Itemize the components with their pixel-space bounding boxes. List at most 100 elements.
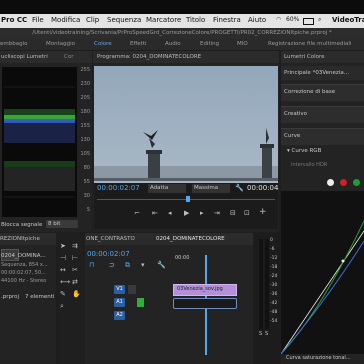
lumetri-clip-name[interactable]: Principale *03Venezia... — [284, 70, 349, 76]
meter-db: -18 — [270, 265, 278, 270]
workspace-registrazione[interactable]: Registrazione file multimediali — [268, 41, 351, 47]
channel-luma-button[interactable] — [327, 179, 334, 186]
meter-solo-button[interactable]: S — [265, 331, 268, 337]
wifi-icon: ◠ — [276, 16, 282, 23]
add-button-icon[interactable]: + — [259, 207, 267, 217]
section-creative[interactable]: Creativo — [281, 106, 364, 123]
section-creative-label[interactable]: Creativo — [284, 111, 307, 117]
timeline-timecode[interactable]: 00:00:02:07 — [87, 250, 130, 258]
scopes-tab-header: ucliscopi Lumetri Cor — [0, 51, 92, 63]
lumetri-clip-selector[interactable]: Principale *03Venezia... — [281, 66, 364, 80]
project-tab[interactable]: REZIONItpiche — [0, 236, 40, 242]
program-title[interactable]: Programma: 0204_DOMINATECOLORE — [97, 54, 201, 60]
timeline-panel: ONE_CONTRASTO 0204_DOMINATECOLORE 00:00:… — [85, 233, 253, 364]
menu-clip[interactable]: Clip — [86, 16, 99, 24]
fit-select[interactable]: Adatta — [148, 184, 186, 193]
rgb-curves-header[interactable]: ▾ Curve RGB — [287, 148, 321, 154]
timeline-settings-icon[interactable]: 🔧 — [157, 261, 166, 269]
rolling-edit-tool-icon[interactable]: ⊢ — [72, 254, 78, 262]
extract-icon[interactable]: ⊡ — [244, 209, 250, 217]
scope-tick: 180 — [80, 109, 90, 115]
program-duration: 00:00:04 — [247, 184, 278, 192]
menu-file[interactable]: File — [32, 16, 44, 24]
mark-in-icon[interactable]: ⌐ — [134, 209, 140, 217]
menu-modifica[interactable]: Modifica — [51, 16, 80, 24]
menu-aiuto[interactable]: Aiuto — [248, 16, 266, 24]
section-basic-label[interactable]: Correzione di base — [284, 89, 335, 95]
project-item-name[interactable]: 0204_DOMINA... — [1, 253, 46, 259]
go-to-in-icon[interactable]: ⇤ — [152, 209, 158, 217]
workspace-mio[interactable]: MIO — [237, 41, 248, 47]
linked-selection-icon[interactable]: ⧉ — [125, 261, 130, 270]
section-curves-label[interactable]: Curve — [284, 133, 300, 139]
timeline-tab-dominante[interactable]: 0204_DOMINATECOLORE — [156, 236, 225, 242]
go-to-out-icon[interactable]: ⇥ — [214, 209, 220, 217]
meter-solo-button[interactable]: S — [259, 331, 262, 337]
step-back-icon[interactable]: ◂ — [168, 209, 172, 217]
quality-select[interactable]: Massima — [192, 184, 230, 193]
play-icon[interactable]: ▶ — [184, 209, 189, 217]
track-a1[interactable]: A1 — [114, 298, 125, 307]
tonal-saturation-label[interactable]: Curva saturazione tonal... — [286, 355, 351, 361]
workspace-colore[interactable]: Colore — [94, 41, 112, 47]
scopes-footer: Blocca segnale 8 bit — [0, 219, 92, 231]
timeline-tab-contrasto[interactable]: ONE_CONTRASTO — [86, 236, 135, 242]
meter-db: -54 — [270, 319, 278, 324]
rgb-curve-graph[interactable] — [280, 191, 364, 355]
menu-finestra[interactable]: Finestra — [213, 16, 241, 24]
video-clip[interactable]: 03Venezia_sov.jpg — [173, 284, 237, 296]
scope-tick: 80 — [83, 165, 90, 171]
track-lock-icon[interactable] — [128, 285, 136, 294]
rate-stretch-tool-icon[interactable]: ↔ — [60, 266, 66, 274]
audio-clip[interactable] — [173, 298, 237, 309]
channel-green-button[interactable] — [353, 179, 360, 186]
playhead-marker[interactable] — [186, 196, 190, 202]
menu-titolo[interactable]: Titolo — [186, 16, 205, 24]
clamp-signal-label[interactable]: Blocca segnale — [1, 222, 42, 228]
section-curves[interactable]: Curve — [281, 128, 364, 145]
meter-db: -30 — [270, 283, 278, 288]
zoom-tool-icon[interactable]: ⌕ — [60, 302, 64, 311]
workspace-audio[interactable]: Audio — [165, 41, 181, 47]
mute-a1-button[interactable] — [137, 298, 144, 307]
lift-icon[interactable]: ⊟ — [230, 209, 236, 217]
workspace-assemblaggio[interactable]: embbagio — [0, 41, 27, 47]
snap-icon[interactable]: ⊃ — [109, 261, 115, 269]
hand-tool-icon[interactable]: ✋ — [72, 290, 81, 298]
workspace-editing[interactable]: Editing — [200, 41, 219, 47]
ripple-edit-tool-icon[interactable]: ⊣ — [60, 254, 66, 262]
step-forward-icon[interactable]: ▸ — [200, 209, 204, 217]
workspace-montaggio[interactable]: Montaggio — [46, 41, 75, 47]
workspace-effetti[interactable]: Effetti — [130, 41, 147, 47]
selection-tool-icon[interactable]: ➤ — [60, 242, 66, 250]
meter-left-channel — [259, 239, 263, 329]
channel-red-button[interactable] — [340, 179, 347, 186]
program-timecode[interactable]: 00:00:02:07 — [97, 184, 140, 192]
scopes-tab2[interactable]: Cor — [64, 54, 73, 60]
project-file-name: .prproj — [1, 294, 20, 300]
scope-tick: 105 — [80, 151, 90, 157]
scope-tick: 30 — [83, 193, 90, 199]
menu-bar: Pro CC File Modifica Clip Sequenza Marca… — [0, 14, 364, 28]
spotlight-icon[interactable]: ⌕ — [318, 16, 321, 24]
pen-tool-icon[interactable]: ✎ — [60, 290, 66, 298]
rgb-curves-label: Curve RGB — [291, 148, 322, 154]
menu-sequenza[interactable]: Sequenza — [107, 16, 141, 24]
track-select-tool-icon[interactable]: ⇉ — [72, 242, 78, 250]
bit-depth-select[interactable]: 8 bit — [46, 220, 78, 228]
wrench-icon[interactable]: 🔧 — [235, 184, 244, 192]
meter-db: -6 — [270, 247, 275, 252]
track-v1[interactable]: V1 — [114, 285, 125, 294]
section-basic-correction[interactable]: Correzione di base — [281, 84, 364, 101]
menu-marcatore[interactable]: Marcatore — [146, 16, 181, 24]
add-marker-icon[interactable]: ▾ — [141, 261, 145, 269]
slip-tool-icon[interactable]: ⟷ — [60, 278, 70, 286]
track-a2[interactable]: A2 — [114, 311, 125, 320]
timeline-ruler-start: 00:00 — [175, 255, 190, 261]
screen-top-strip — [0, 0, 364, 14]
nest-icon[interactable]: ⊓ — [89, 261, 94, 269]
scopes-tab[interactable]: ucliscopi Lumetri — [1, 54, 48, 60]
slide-tool-icon[interactable]: ⇄ — [72, 278, 78, 286]
razor-tool-icon[interactable]: ✂ — [72, 266, 78, 274]
lumetri-tab[interactable]: Lumetri Colore — [284, 54, 325, 60]
